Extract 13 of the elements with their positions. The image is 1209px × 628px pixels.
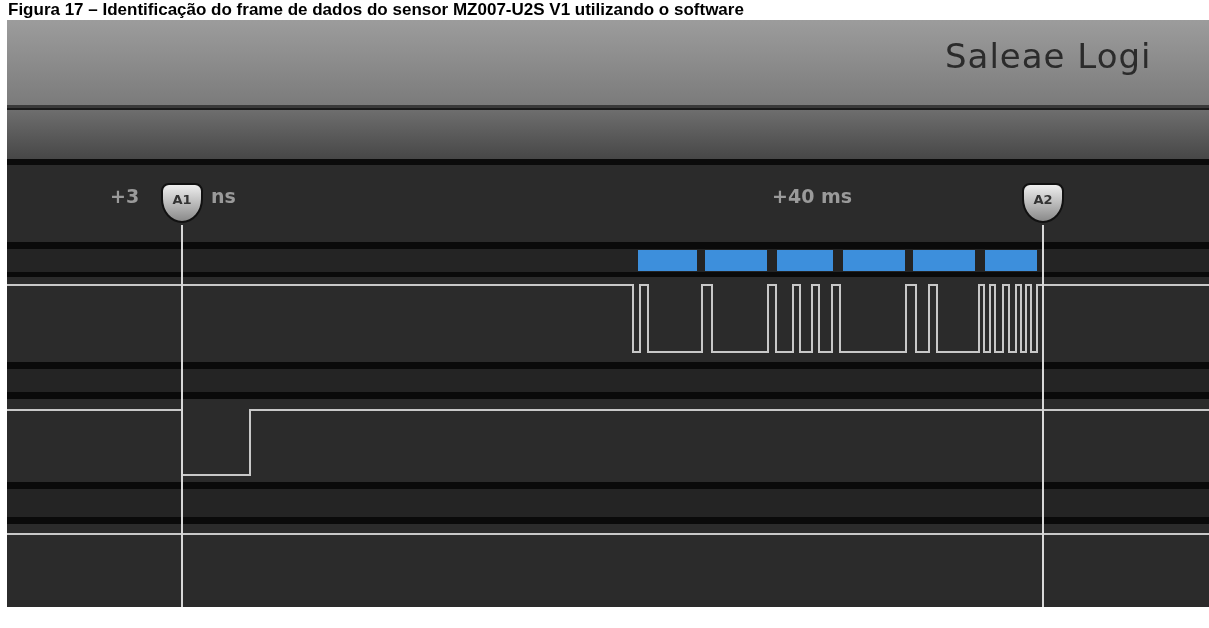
decoded-frame	[638, 250, 697, 271]
decoded-frame	[913, 250, 975, 271]
marker-flag[interactable]: A1	[161, 183, 203, 223]
decoded-frame	[777, 250, 833, 271]
window-title: Saleae Logi	[945, 36, 1152, 76]
time-label: +40 ms	[772, 185, 853, 207]
decoded-frame	[843, 250, 905, 271]
time-label: +3	[110, 185, 140, 207]
figure-caption: Figura 17 – Identificação do frame de dados do sensor MZ007-U2S V1 utilizando o software	[7, 0, 745, 20]
marker-flag[interactable]: A2	[1022, 183, 1064, 223]
decoded-frame	[985, 250, 1037, 271]
decoded-frame	[705, 250, 767, 271]
time-label: ns	[211, 185, 236, 207]
